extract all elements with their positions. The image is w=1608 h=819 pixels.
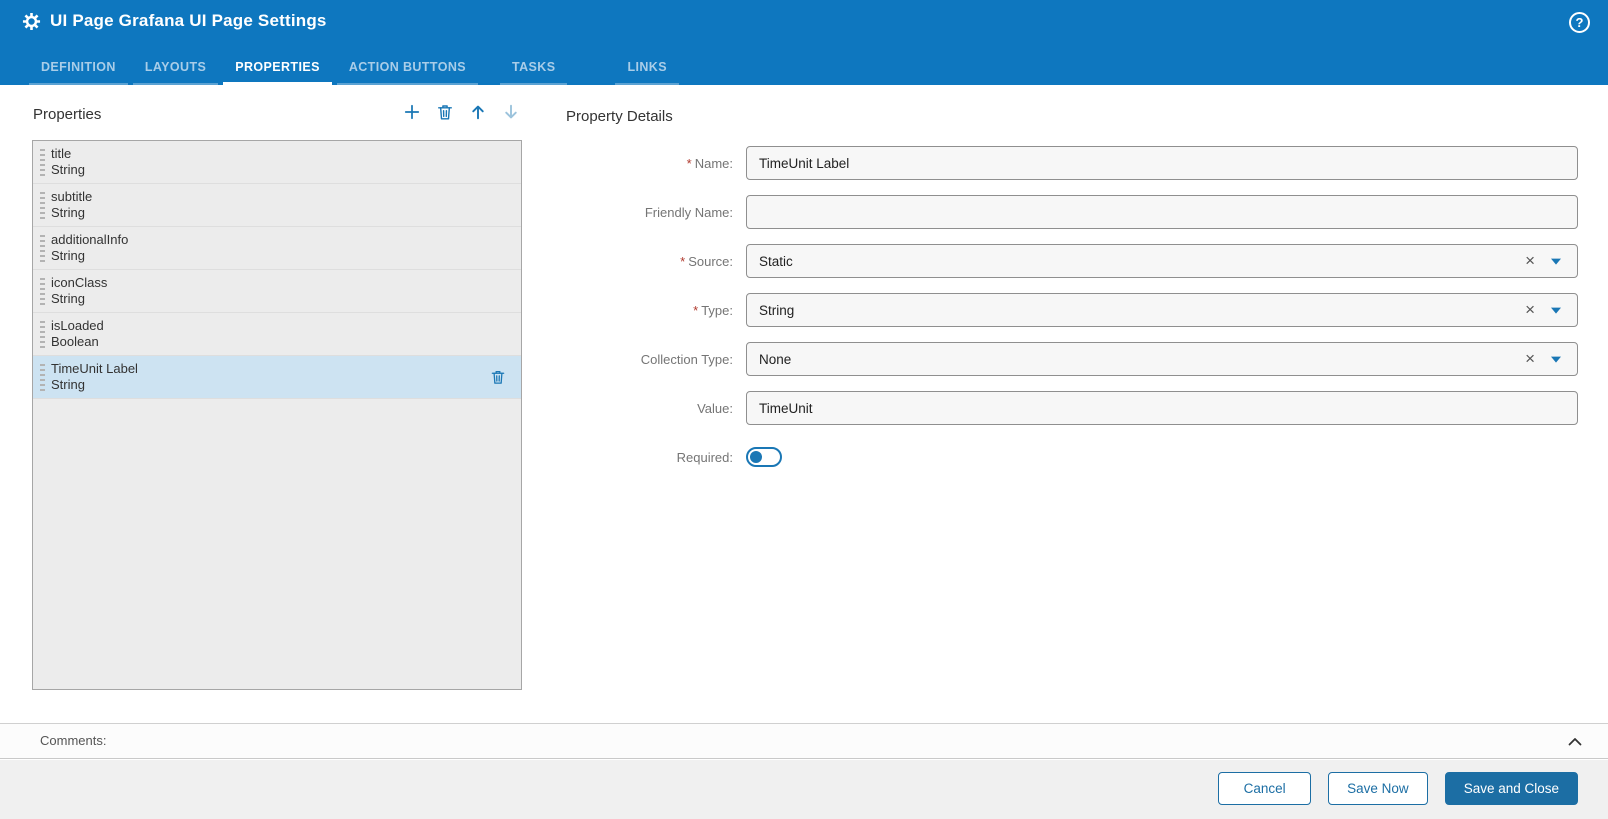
field-control-type: String × [746,293,1578,327]
property-name: additionalInfo [51,232,507,248]
clear-x-icon[interactable]: × [1525,252,1535,269]
cancel-button[interactable]: Cancel [1218,772,1311,805]
footer-buttons: Cancel Save Now Save and Close [1218,772,1578,805]
collection-type-select[interactable]: None × [746,342,1578,376]
gear-icon [22,12,41,31]
header-bar: UI Page Grafana UI Page Settings ? DEFIN… [0,0,1608,85]
comments-label: Comments: [40,733,106,748]
list-item-iconclass[interactable]: iconClassString [33,270,521,313]
tab-layouts[interactable]: LAYOUTS [133,60,218,85]
list-item-additionalinfo[interactable]: additionalInfoString [33,227,521,270]
chevron-down-icon[interactable] [1551,308,1561,314]
property-type: String [51,377,507,393]
selected-value: Static [759,254,793,269]
list-item-isloaded[interactable]: isLoadedBoolean [33,313,521,356]
tab-properties[interactable]: PROPERTIES [223,60,332,85]
field-label-friendly-name: Friendly Name: [566,205,746,220]
arrow-down-icon[interactable] [499,100,523,124]
property-name: subtitle [51,189,507,205]
page-title: UI Page Grafana UI Page Settings [50,11,327,31]
form-row-type: *Type: String × [566,293,1578,327]
source-select[interactable]: Static × [746,244,1578,278]
field-label-type: *Type: [566,303,746,318]
drag-grip-icon[interactable] [40,149,45,176]
field-label-value: Value: [566,401,746,416]
required-asterisk: * [687,156,692,171]
tab-definition[interactable]: DEFINITION [29,60,128,85]
form-row-value: Value:TimeUnit [566,391,1578,425]
field-label-required: Required: [566,450,746,465]
type-select[interactable]: String × [746,293,1578,327]
property-name: TimeUnit Label [51,361,507,377]
value-input[interactable]: TimeUnit [746,391,1578,425]
required-toggle[interactable] [746,447,782,467]
field-control-value: TimeUnit [746,391,1578,425]
list-item-timeunit-label[interactable]: TimeUnit LabelString [33,356,521,399]
form-row-friendly-name: Friendly Name: [566,195,1578,229]
required-asterisk: * [680,254,685,269]
selected-value: String [759,303,794,318]
trash-icon[interactable] [489,368,507,386]
form-row-source: *Source: Static × [566,244,1578,278]
list-item-title[interactable]: titleString [33,141,521,184]
field-control-name: TimeUnit Label [746,146,1578,180]
property-type: String [51,248,507,264]
arrow-up-icon[interactable] [466,100,490,124]
field-control-source: Static × [746,244,1578,278]
chevron-down-icon[interactable] [1551,357,1561,363]
property-name: iconClass [51,275,507,291]
field-control-collection-type: None × [746,342,1578,376]
tab-bar: DEFINITIONLAYOUTSPROPERTIESACTION BUTTON… [29,60,684,85]
field-label-collection-type: Collection Type: [566,352,746,367]
trash-icon[interactable] [433,100,457,124]
drag-grip-icon[interactable] [40,235,45,262]
clear-x-icon[interactable]: × [1525,350,1535,367]
drag-grip-icon[interactable] [40,321,45,348]
property-type: String [51,291,507,307]
help-icon[interactable]: ? [1569,12,1590,33]
name-input[interactable]: TimeUnit Label [746,146,1578,180]
title-row: UI Page Grafana UI Page Settings [22,11,327,31]
tab-tasks[interactable]: TASKS [500,60,567,85]
toggle-knob [750,451,762,463]
drag-grip-icon[interactable] [40,364,45,391]
property-type: String [51,205,507,221]
drag-grip-icon[interactable] [40,278,45,305]
tab-links[interactable]: LINKS [615,60,679,85]
property-type: String [51,162,507,178]
comments-bar: Comments: [0,723,1608,759]
property-details-heading: Property Details [566,108,673,125]
form-row-name: *Name:TimeUnit Label [566,146,1578,180]
property-type: Boolean [51,334,507,350]
field-control-friendly-name [746,195,1578,229]
property-name: isLoaded [51,318,507,334]
properties-heading: Properties [33,106,101,123]
field-control-required [746,447,1578,467]
drag-grip-icon[interactable] [40,192,45,219]
form-row-collection-type: Collection Type: None × [566,342,1578,376]
required-asterisk: * [693,303,698,318]
friendly-name-input[interactable] [746,195,1578,229]
properties-toolbar [400,100,523,124]
selected-value: None [759,352,791,367]
field-label-source: *Source: [566,254,746,269]
footer-bar: Cancel Save Now Save and Close [0,760,1608,819]
field-label-name: *Name: [566,156,746,171]
clear-x-icon[interactable]: × [1525,301,1535,318]
save-now-button[interactable]: Save Now [1328,772,1428,805]
list-item-subtitle[interactable]: subtitleString [33,184,521,227]
plus-icon[interactable] [400,100,424,124]
property-list: titleStringsubtitleStringadditionalInfoS… [32,140,522,690]
chevron-up-icon[interactable] [1566,733,1584,751]
chevron-down-icon[interactable] [1551,259,1561,265]
form-row-required: Required: [566,440,1578,474]
property-name: title [51,146,507,162]
property-details-form: *Name:TimeUnit Label Friendly Name: *Sourc… [566,146,1578,489]
tab-action-buttons[interactable]: ACTION BUTTONS [337,60,478,85]
save-and-close-button[interactable]: Save and Close [1445,772,1578,805]
